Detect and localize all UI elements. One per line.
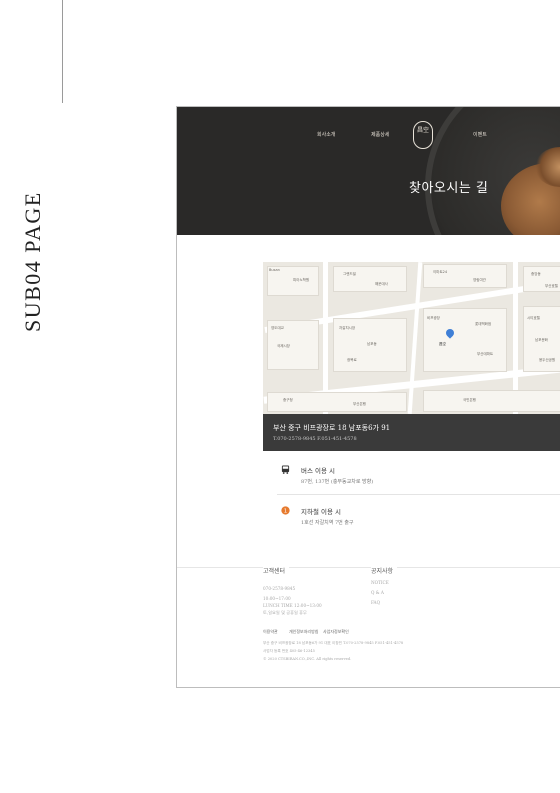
map-label: 부산호텔 bbox=[545, 284, 558, 288]
brand-logo[interactable]: 昌空 bbox=[413, 121, 433, 149]
map-label: 피아노학원 bbox=[293, 278, 310, 282]
business-info-link[interactable]: 사업자정보확인 bbox=[323, 629, 349, 635]
route-divider bbox=[277, 494, 560, 495]
map-label: 시티호텔 bbox=[527, 316, 540, 320]
svg-text:1: 1 bbox=[284, 508, 287, 514]
map-block bbox=[423, 264, 507, 288]
map-label: 남포문화 bbox=[535, 338, 548, 342]
map-block bbox=[423, 390, 560, 412]
map-label: 부산은행 bbox=[353, 402, 366, 406]
map-label: 용두산공원 bbox=[539, 358, 556, 362]
map-label: 국민은행 bbox=[463, 398, 476, 402]
map-label: 롯데백화점 bbox=[475, 322, 492, 326]
map-block bbox=[333, 266, 407, 292]
address-line: 부산 중구 비프광장로 18 남포동6가 91 bbox=[273, 424, 391, 432]
faq-link[interactable]: FAQ bbox=[371, 599, 380, 607]
address-bar: 부산 중구 비프광장로 18 남포동6가 91 T.070-2578-9845 … bbox=[263, 414, 560, 451]
location-map[interactable]: Busan 피아노학원 그랜드빌 해운대사 이마트24 영림여관 중앙동 부산호… bbox=[263, 262, 560, 414]
copyright: © 2020 CTSBIRAN.CO.,INC. All rights rese… bbox=[263, 657, 352, 661]
map-label: 남포동 bbox=[367, 342, 377, 346]
notice-link[interactable]: NOTICE bbox=[371, 579, 389, 587]
map-label: 영림여관 bbox=[473, 278, 486, 282]
bus-route-title: 버스 이용 시 bbox=[301, 467, 336, 475]
page-label: SUB04 PAGE bbox=[20, 191, 45, 332]
terms-link[interactable]: 이용약관 bbox=[263, 629, 278, 635]
map-label: 부산데파트 bbox=[477, 352, 494, 356]
nav-item-company[interactable]: 회사소개 bbox=[317, 131, 335, 138]
bus-icon bbox=[281, 465, 290, 474]
map-label: 광복로 bbox=[347, 358, 357, 362]
company-info: 부산 중구 비프광장로 18 남포동6가 91 대표 이창민 T.070-257… bbox=[263, 641, 404, 645]
map-pin-label: 昌空 bbox=[439, 342, 446, 346]
subway-route-title: 지하철 이용 시 bbox=[301, 508, 342, 516]
bus-route-desc: 87번, 137번 (충무동교차로 방향) bbox=[301, 479, 374, 485]
subway-route-desc: 1호선 자갈치역 7번 출구 bbox=[301, 520, 354, 526]
page-mockup-frame: 회사소개 제품상세 昌空 이벤트 찾아오시는 길 Busan 피아노학원 그랜드… bbox=[176, 106, 560, 688]
map-road bbox=[407, 262, 423, 414]
map-label: 영도대교 bbox=[271, 326, 284, 330]
customer-closed: 토,일요일 및 공휴일 휴무 bbox=[263, 610, 307, 615]
qna-link[interactable]: Q & A bbox=[371, 589, 384, 597]
nav-item-products[interactable]: 제품상세 bbox=[371, 131, 389, 138]
map-label: 중구청 bbox=[283, 398, 293, 402]
nav-item-event[interactable]: 이벤트 bbox=[473, 131, 487, 138]
map-label: 이마트24 bbox=[433, 270, 448, 274]
customer-center-heading: 고객센터 bbox=[263, 566, 290, 575]
map-label: 중앙동 bbox=[531, 272, 541, 276]
footer-divider bbox=[177, 567, 560, 568]
map-label: 국제시장 bbox=[277, 344, 290, 348]
contact-line: T.070-2578-9845 F.051-451-4578 bbox=[273, 436, 357, 442]
hero-title: 찾아오시는 길 bbox=[409, 181, 489, 196]
business-number: 사업자 등록 번호 405-46-12345 bbox=[263, 649, 315, 653]
map-label: 해운대사 bbox=[375, 282, 388, 286]
hero-banner: 회사소개 제품상세 昌空 이벤트 찾아오시는 길 bbox=[177, 107, 560, 235]
map-label: 그랜드빌 bbox=[343, 272, 356, 276]
subway-icon: 1 bbox=[281, 506, 290, 515]
logo-text: 昌空 bbox=[416, 127, 429, 134]
map-label: 자갈치시장 bbox=[339, 326, 356, 330]
customer-phone: 070-2578-9845 bbox=[263, 586, 296, 591]
map-label: Busan bbox=[269, 268, 280, 272]
notice-heading: 공지사항 bbox=[371, 566, 398, 575]
privacy-link[interactable]: 개인정보처리방침 bbox=[289, 629, 318, 635]
map-label: 비프광장 bbox=[427, 316, 440, 320]
top-vertical-rule bbox=[62, 0, 63, 103]
